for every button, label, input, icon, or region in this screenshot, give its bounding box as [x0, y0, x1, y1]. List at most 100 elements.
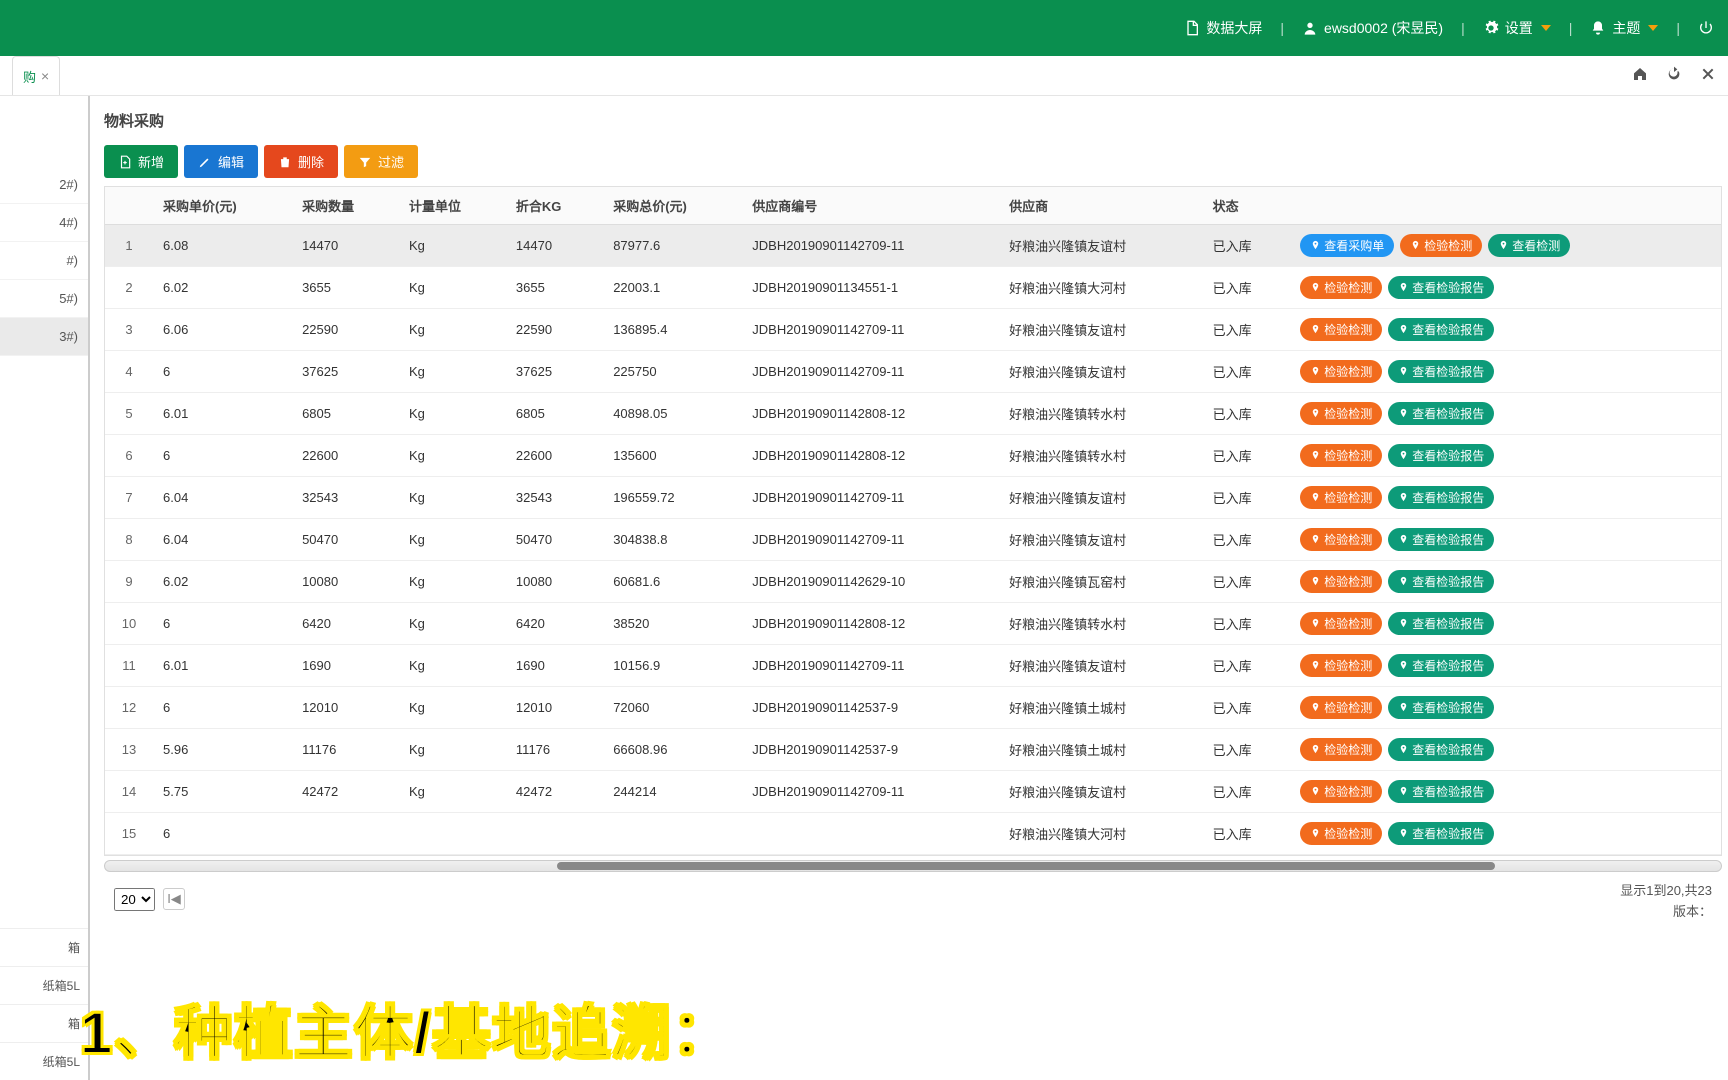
sidebar-item[interactable]: 4#) [0, 204, 88, 242]
cell-kg: 1690 [506, 645, 603, 687]
cell-actions: 检验检测查看检验报告 [1290, 603, 1721, 645]
cell-kg: 50470 [506, 519, 603, 561]
toolbar: 新增 编辑 删除 过滤 [104, 145, 1722, 178]
cell-unit [399, 813, 506, 855]
action-inspect[interactable]: 检验检测 [1300, 444, 1382, 467]
action-view_report[interactable]: 查看检验报告 [1388, 444, 1494, 467]
table-row[interactable]: 6622600Kg22600135600JDBH20190901142808-1… [105, 435, 1721, 477]
power-button[interactable] [1698, 20, 1714, 36]
table-row[interactable]: 145.7542472Kg42472244214JDBH201909011427… [105, 771, 1721, 813]
sidebar-item[interactable]: 箱 [0, 1004, 88, 1042]
cell-price: 6.06 [153, 309, 292, 351]
action-view_report[interactable]: 查看检验报告 [1388, 654, 1494, 677]
sidebar-item[interactable]: 5#) [0, 280, 88, 318]
cell-total: 72060 [603, 687, 742, 729]
action-view_report[interactable]: 查看检验报告 [1388, 822, 1494, 845]
action-view_report[interactable]: 查看检验报告 [1388, 612, 1494, 635]
sidebar-item[interactable]: 纸箱5L [0, 1042, 88, 1080]
table-row[interactable]: 36.0622590Kg22590136895.4JDBH20190901142… [105, 309, 1721, 351]
action-inspect[interactable]: 检验检测 [1300, 822, 1382, 845]
column-header[interactable]: 采购单价(元) [153, 187, 292, 225]
table-row[interactable]: 135.9611176Kg1117666608.96JDBH2019090114… [105, 729, 1721, 771]
action-view_order[interactable]: 查看采购单 [1300, 234, 1394, 257]
cell-price: 6.02 [153, 267, 292, 309]
column-header[interactable]: 折合KG [506, 187, 603, 225]
action-inspect[interactable]: 检验检测 [1300, 360, 1382, 383]
settings-menu[interactable]: 设置 [1483, 18, 1551, 38]
action-view_report[interactable]: 查看检验报告 [1388, 276, 1494, 299]
cell-actions: 检验检测查看检验报告 [1290, 519, 1721, 561]
action-inspect[interactable]: 检验检测 [1300, 780, 1382, 803]
sidebar-item[interactable]: 纸箱5L [0, 966, 88, 1004]
home-button[interactable] [1632, 66, 1648, 85]
action-inspect[interactable]: 检验检测 [1300, 318, 1382, 341]
table-row[interactable]: 156好粮油兴隆镇大河村已入库检验检测查看检验报告 [105, 813, 1721, 855]
action-inspect[interactable]: 检验检测 [1400, 234, 1482, 257]
table-row[interactable]: 76.0432543Kg32543196559.72JDBH2019090114… [105, 477, 1721, 519]
action-view_report[interactable]: 查看检验报告 [1388, 360, 1494, 383]
table-row[interactable]: 86.0450470Kg50470304838.8JDBH20190901142… [105, 519, 1721, 561]
action-view_report[interactable]: 查看检验报告 [1388, 318, 1494, 341]
table-row[interactable]: 116.011690Kg169010156.9JDBH2019090114270… [105, 645, 1721, 687]
filter-button[interactable]: 过滤 [344, 145, 418, 178]
action-view_report[interactable]: 查看检验报告 [1388, 780, 1494, 803]
action-inspect[interactable]: 检验检测 [1300, 528, 1382, 551]
edit-button[interactable]: 编辑 [184, 145, 258, 178]
cell-price: 6.04 [153, 477, 292, 519]
action-view_report[interactable]: 查看检验报告 [1388, 402, 1494, 425]
cell-qty: 32543 [292, 477, 399, 519]
tab-purchase[interactable]: 购 × [12, 56, 60, 95]
action-inspect[interactable]: 检验检测 [1300, 276, 1382, 299]
action-view_inspect[interactable]: 查看检测 [1488, 234, 1570, 257]
page-first[interactable]: I◀ [163, 888, 185, 910]
cell-kg: 11176 [506, 729, 603, 771]
sidebar-item[interactable]: 箱 [0, 928, 88, 966]
action-inspect[interactable]: 检验检测 [1300, 570, 1382, 593]
column-header[interactable]: 供应商编号 [742, 187, 999, 225]
table-row[interactable]: 96.0210080Kg1008060681.6JDBH201909011426… [105, 561, 1721, 603]
column-header[interactable]: 计量单位 [399, 187, 506, 225]
sidebar-item[interactable]: 3#) [0, 318, 88, 356]
table-row[interactable]: 26.023655Kg365522003.1JDBH20190901134551… [105, 267, 1721, 309]
table-row[interactable]: 4637625Kg37625225750JDBH20190901142709-1… [105, 351, 1721, 393]
cell-code: JDBH20190901142709-11 [742, 519, 999, 561]
column-header[interactable] [105, 187, 153, 225]
column-header[interactable]: 采购数量 [292, 187, 399, 225]
cell-qty: 1690 [292, 645, 399, 687]
action-view_report[interactable]: 查看检验报告 [1388, 570, 1494, 593]
table-row[interactable]: 16.0814470Kg1447087977.6JDBH201909011427… [105, 225, 1721, 267]
action-inspect[interactable]: 检验检测 [1300, 612, 1382, 635]
user-menu[interactable]: ewsd0002 (宋昱民) [1302, 18, 1443, 38]
column-header[interactable] [1290, 187, 1721, 225]
action-view_report[interactable]: 查看检验报告 [1388, 528, 1494, 551]
action-view_report[interactable]: 查看检验报告 [1388, 696, 1494, 719]
action-view_report[interactable]: 查看检验报告 [1388, 486, 1494, 509]
action-view_report[interactable]: 查看检验报告 [1388, 738, 1494, 761]
separator: | [1280, 20, 1284, 36]
action-inspect[interactable]: 检验检测 [1300, 696, 1382, 719]
column-header[interactable]: 采购总价(元) [603, 187, 742, 225]
separator: | [1461, 20, 1465, 36]
dashboard-link[interactable]: 数据大屏 [1184, 18, 1262, 38]
page-size-select[interactable]: 20 [114, 888, 155, 911]
table-row[interactable]: 56.016805Kg680540898.05JDBH2019090114280… [105, 393, 1721, 435]
refresh-button[interactable] [1666, 66, 1682, 85]
close-icon [1700, 66, 1716, 82]
scrollbar-thumb[interactable] [557, 862, 1494, 870]
close-all-button[interactable] [1700, 66, 1716, 85]
action-inspect[interactable]: 检验检测 [1300, 654, 1382, 677]
close-icon[interactable]: × [41, 68, 49, 84]
add-button[interactable]: 新增 [104, 145, 178, 178]
action-inspect[interactable]: 检验检测 [1300, 402, 1382, 425]
action-inspect[interactable]: 检验检测 [1300, 486, 1382, 509]
action-inspect[interactable]: 检验检测 [1300, 738, 1382, 761]
theme-menu[interactable]: 主题 [1590, 18, 1658, 38]
table-row[interactable]: 12612010Kg1201072060JDBH20190901142537-9… [105, 687, 1721, 729]
column-header[interactable]: 供应商 [999, 187, 1202, 225]
horizontal-scrollbar[interactable] [104, 860, 1722, 872]
sidebar-item[interactable]: #) [0, 242, 88, 280]
delete-button[interactable]: 删除 [264, 145, 338, 178]
sidebar-item[interactable]: 2#) [0, 166, 88, 204]
table-row[interactable]: 1066420Kg642038520JDBH20190901142808-12好… [105, 603, 1721, 645]
column-header[interactable]: 状态 [1203, 187, 1291, 225]
